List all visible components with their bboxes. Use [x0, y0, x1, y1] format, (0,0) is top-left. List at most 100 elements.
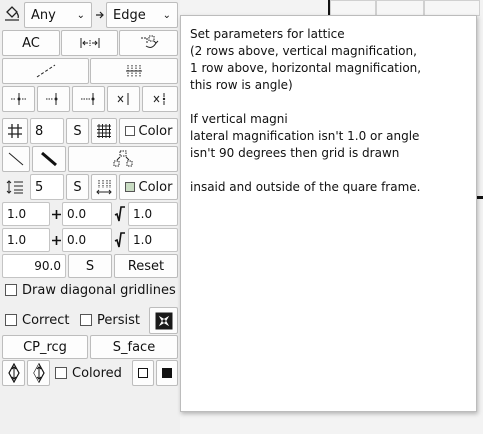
star-frame-button[interactable]	[149, 307, 178, 334]
angle-input[interactable]: 90.0	[2, 254, 66, 278]
grid-spacing-input[interactable]: 8	[30, 118, 64, 144]
point-mid-icon	[45, 92, 63, 106]
grid-spacing-value: 8	[35, 123, 44, 139]
node-transform-icon	[112, 150, 134, 168]
persist-checkbox[interactable]	[80, 314, 92, 326]
tooltip-line: insaid and outside of the quare frame.	[190, 180, 421, 194]
fit-width-icon	[80, 37, 100, 49]
grid-toggle-button[interactable]	[2, 118, 28, 144]
correct-checkbox-row[interactable]: Correct	[5, 311, 69, 329]
reset-button[interactable]: Reset	[114, 254, 178, 278]
mag-row1-c-input[interactable]: 1.0	[128, 202, 178, 226]
arrow-right-icon	[93, 3, 107, 27]
tooltip-line: this row is angle)	[190, 78, 293, 92]
rotate-transform-icon	[138, 34, 160, 52]
canvas-frame-line	[477, 196, 483, 199]
ac-button[interactable]: AC	[2, 30, 60, 56]
grid-pattern-button[interactable]	[91, 118, 117, 144]
dense-grid-icon	[96, 123, 112, 139]
diagonal-line-button[interactable]	[2, 58, 89, 84]
mag-row2-c-input[interactable]: 1.0	[128, 228, 178, 252]
mag-row2-b-input[interactable]: 0.0	[62, 228, 112, 252]
s-face-button[interactable]: S_face	[90, 335, 178, 359]
thick-line-icon	[40, 151, 58, 167]
mag-row2-a-input[interactable]: 1.0	[2, 228, 50, 252]
horizontal-spacing-button[interactable]	[91, 174, 117, 200]
point-right-button[interactable]	[72, 86, 105, 112]
fit-width-button[interactable]	[61, 30, 118, 56]
grid-color-checkbox[interactable]	[124, 126, 135, 136]
correct-label: Correct	[22, 312, 70, 328]
line-s-button[interactable]: S	[66, 174, 89, 200]
persist-checkbox-row[interactable]: Persist	[80, 311, 140, 329]
diamond-split-icon	[32, 363, 45, 383]
line-s-label: S	[73, 179, 82, 195]
line-spacing-value: 5	[35, 179, 44, 195]
dashed-diagonal-icon	[35, 63, 57, 79]
tooltip-line: isn't 90 degrees then grid is drawn	[190, 146, 400, 160]
grid-s-button[interactable]: S	[66, 118, 89, 144]
tooltip-line: (2 rows above, vertical magnification,	[190, 44, 417, 58]
angle-s-label: S	[85, 258, 95, 274]
mag-row2-a-value: 1.0	[7, 233, 27, 247]
colored-label: Colored	[72, 365, 122, 381]
tooltip-line: lateral magnification isn't 1.0 or angle	[190, 129, 420, 143]
canvas-grid-cell	[330, 0, 376, 16]
grid-lines-icon	[125, 64, 143, 78]
colored-checkbox-row[interactable]: Colored	[55, 364, 122, 382]
tooltip-line: If vertical magni	[190, 112, 288, 126]
draw-diagonal-label: Draw diagonal gridlines	[22, 282, 176, 298]
colored-checkbox[interactable]	[55, 367, 67, 379]
thin-line-button[interactable]	[2, 146, 30, 172]
lattice-tooltip: Set parameters for lattice (2 rows above…	[180, 15, 477, 412]
edge-select[interactable]: Edge ⌄	[106, 2, 178, 28]
thin-line-icon	[7, 151, 25, 167]
paint-bucket-icon[interactable]	[2, 3, 22, 25]
mag-row1-a-value: 1.0	[7, 207, 27, 221]
angle-s-button[interactable]: S	[68, 254, 112, 278]
diamond-outline-button[interactable]	[2, 360, 25, 386]
correct-checkbox[interactable]	[5, 314, 17, 326]
mag-row1-c-value: 1.0	[133, 207, 153, 221]
grid-lines-button[interactable]	[90, 58, 178, 84]
empty-square-icon	[138, 368, 148, 378]
line-spacing-icon	[2, 174, 28, 200]
cp-rcg-label: CP_rcg	[23, 339, 67, 355]
node-transform-button[interactable]	[68, 146, 178, 172]
canvas-grid-cell	[376, 0, 424, 16]
chevron-down-icon: ⌄	[76, 9, 85, 21]
mag-row1-a-input[interactable]: 1.0	[2, 202, 50, 226]
fill-mode-select[interactable]: Any ⌄	[24, 2, 92, 28]
cp-rcg-button[interactable]: CP_rcg	[2, 335, 88, 359]
sqrt-icon	[113, 202, 127, 226]
line-color-label: Color	[138, 179, 173, 195]
star-frame-icon	[155, 312, 173, 330]
mag-row2-b-value: 0.0	[67, 233, 87, 247]
rotate-transform-button[interactable]	[119, 30, 178, 56]
point-split-icon	[151, 92, 169, 106]
mag-row2-c-value: 1.0	[133, 233, 153, 247]
horizontal-spacing-icon	[96, 179, 112, 195]
point-mid-button[interactable]	[37, 86, 70, 112]
point-left-button[interactable]	[2, 86, 35, 112]
black-square-button[interactable]	[156, 360, 178, 386]
line-color-button[interactable]: Color	[119, 174, 178, 200]
line-color-checkbox[interactable]	[124, 182, 135, 192]
mag-row1-b-value: 0.0	[67, 207, 87, 221]
plus-icon	[50, 202, 62, 226]
point-split-button[interactable]	[142, 86, 178, 112]
point-cross-button[interactable]	[107, 86, 140, 112]
grid-color-button[interactable]: Color	[119, 118, 178, 144]
line-spacing-input[interactable]: 5	[30, 174, 64, 200]
grid-hash-icon	[7, 123, 23, 139]
diamond-filled-button[interactable]	[27, 360, 50, 386]
canvas-frame-line	[328, 0, 330, 15]
draw-diagonal-checkbox-row[interactable]: Draw diagonal gridlines	[5, 281, 176, 299]
draw-diagonal-checkbox[interactable]	[5, 284, 17, 296]
thick-line-button[interactable]	[32, 146, 66, 172]
canvas-grid-cell	[424, 0, 480, 16]
edge-select-value: Edge	[113, 7, 146, 23]
mag-row1-b-input[interactable]: 0.0	[62, 202, 112, 226]
fill-mode-value: Any	[31, 7, 56, 23]
white-square-button[interactable]	[132, 360, 154, 386]
